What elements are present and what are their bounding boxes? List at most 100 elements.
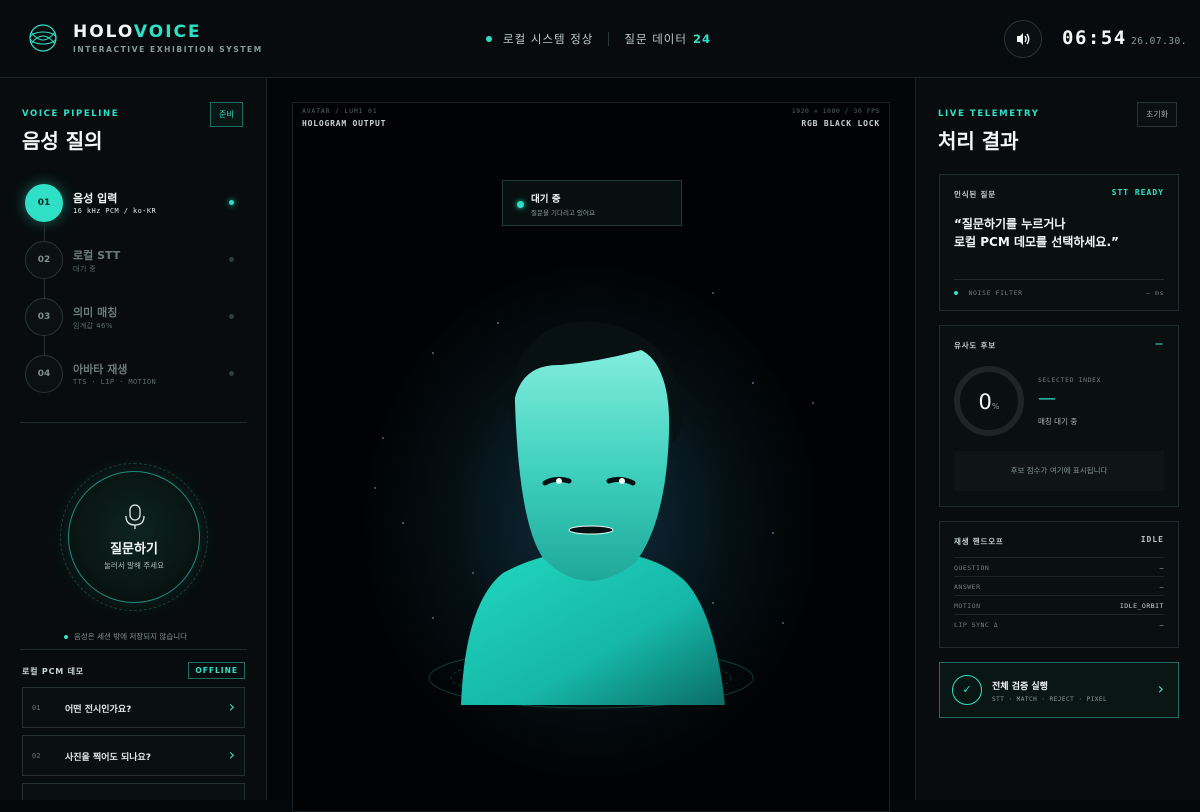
brand: HOLOVOICE INTERACTIVE EXHIBITION SYSTEM: [73, 22, 263, 54]
section-divider: [20, 422, 247, 423]
question-data-count: 24: [692, 32, 711, 46]
step-label: 아바타 재생: [73, 363, 128, 376]
step-detail: TTS · LIP · MOTION: [73, 378, 157, 386]
selected-index-sub: 매칭 대기 중: [1038, 417, 1078, 426]
recognized-question-text: “질문하기를 누르거나 로컬 PCM 데모를 선택하세요.”: [954, 215, 1166, 251]
demo-question-item-partial[interactable]: [22, 783, 245, 800]
brand-subtitle: INTERACTIVE EXHIBITION SYSTEM: [73, 45, 263, 54]
handoff-row: ANSWER —: [954, 576, 1164, 595]
handoff-key: LIP SYNC Δ: [954, 621, 999, 629]
step-number: 04: [25, 355, 63, 393]
similarity-card: 유사도 후보 — 0% SELECTED INDEX — 매칭 대기 중 후보 …: [939, 325, 1179, 507]
waiting-dot: [517, 201, 524, 208]
noise-filter-row: NOISE FILTER — ms: [954, 279, 1164, 297]
verify-title: 전체 검증 실행: [992, 682, 1048, 692]
candidate-scores-placeholder: 후보 점수가 여기에 표시됩니다: [954, 451, 1164, 491]
section-divider: [20, 649, 247, 650]
handoff-value: —: [1159, 583, 1164, 591]
speaker-icon: [1017, 33, 1030, 45]
demo-header: 로컬 PCM 데모 OFFLINE: [22, 662, 245, 679]
demo-question-item[interactable]: 02 사진을 찍어도 되나요? ›: [22, 735, 245, 776]
selected-index-value: —: [1038, 388, 1056, 409]
quote-line-1: “질문하기를 누르거나: [954, 217, 1066, 231]
avatar-eye-highlight: [619, 478, 625, 484]
waiting-subtitle: 질문을 기다리고 있어요: [531, 209, 595, 217]
step-status-dot: [229, 200, 234, 205]
telemetry-title: 처리 결과: [938, 129, 1019, 153]
avatar-face: [514, 334, 670, 581]
privacy-note: 음성은 세션 밖에 저장되지 않습니다: [64, 631, 187, 642]
gauge-number: 0: [978, 390, 992, 414]
step-detail: 16 kHz PCM / ko-KR: [73, 207, 157, 215]
ask-button-label: 질문하기: [110, 542, 158, 557]
handoff-row: LIP SYNC Δ —: [954, 614, 1164, 633]
recognized-question-card: 인식된 질문 STT READY “질문하기를 누르거나 로컬 PCM 데모를 …: [939, 174, 1179, 311]
step-number: 03: [25, 298, 63, 336]
pipeline-step-1: 01 음성 입력 16 kHz PCM / ko-KR: [25, 184, 245, 241]
handoff-key: ANSWER: [954, 583, 981, 591]
avatar-eye-highlight: [556, 478, 562, 484]
reset-button[interactable]: 초기화: [1137, 102, 1178, 127]
brand-title-part2: VOICE: [133, 22, 202, 42]
selected-index-label: SELECTED INDEX: [1038, 376, 1102, 384]
status-separator: [608, 32, 610, 46]
similarity-gauge: 0%: [954, 366, 1024, 436]
handoff-row: MOTION IDLE_ORBIT: [954, 595, 1164, 614]
clock-time: 06:54: [1062, 27, 1127, 49]
run-full-verification-button[interactable]: ✓ 전체 검증 실행 STT · MATCH · REJECT · PIXEL …: [939, 662, 1179, 718]
handoff-status: IDLE: [1140, 535, 1164, 544]
pipeline-heading: VOICE PIPELINE 음성 질의: [22, 109, 119, 154]
noise-dot: [954, 291, 958, 295]
step-label: 음성 입력: [73, 192, 118, 205]
telemetry-kicker: LIVE TELEMETRY: [938, 109, 1040, 119]
demo-item-number: 01: [32, 704, 41, 712]
verify-subtitle: STT · MATCH · REJECT · PIXEL: [992, 696, 1108, 703]
handoff-row: QUESTION —: [954, 557, 1164, 576]
step-connector: [44, 279, 45, 298]
telemetry-heading: LIVE TELEMETRY 처리 결과: [938, 109, 1039, 154]
waiting-title: 대기 중: [531, 194, 561, 205]
pipeline-kicker: VOICE PIPELINE: [22, 109, 120, 119]
voice-pipeline-panel: VOICE PIPELINE 음성 질의 준비 01 음성 입력 16 kHz …: [0, 78, 267, 800]
hologram-stage-area: AVATAR / LUMI 01 HOLOGRAM OUTPUT 1920 × …: [267, 78, 915, 812]
brand-title: HOLOVOICE: [73, 22, 263, 42]
pipeline-step-4: 04 아바타 재생 TTS · LIP · MOTION: [25, 355, 245, 412]
handoff-value: —: [1159, 621, 1164, 629]
gauge-unit: %: [991, 402, 1000, 411]
handoff-value: —: [1159, 564, 1164, 572]
privacy-text: 음성은 세션 밖에 저장되지 않습니다: [74, 632, 188, 641]
handoff-value: IDLE_ORBIT: [1119, 602, 1164, 610]
quote-line-2: 로컬 PCM 데모를 선택하세요.”: [954, 235, 1119, 249]
ask-question-button[interactable]: 질문하기 눌러서 말해 주세요: [68, 471, 200, 603]
brand-title-part1: HOLO: [73, 22, 134, 42]
step-detail: 임계값 46%: [73, 322, 113, 330]
telemetry-panel: LIVE TELEMETRY 처리 결과 초기화 인식된 질문 STT READ…: [915, 78, 1200, 800]
handoff-key: QUESTION: [954, 564, 990, 572]
sound-toggle-button[interactable]: [1004, 20, 1042, 58]
pipeline-title: 음성 질의: [22, 129, 103, 153]
noise-filter-value: — ms: [1145, 289, 1164, 297]
similarity-label: 유사도 후보: [954, 341, 996, 350]
step-label: 로컬 STT: [73, 249, 121, 262]
pipeline-step-2: 02 로컬 STT 대기 중: [25, 241, 245, 298]
pipeline-state-chip: 준비: [210, 102, 243, 127]
app-header: HOLOVOICE INTERACTIVE EXHIBITION SYSTEM …: [0, 0, 1200, 78]
step-status-dot: [229, 314, 234, 319]
step-connector: [44, 222, 45, 241]
ask-button-hint: 눌러서 말해 주세요: [104, 561, 164, 570]
step-status-dot: [229, 371, 234, 376]
chevron-right-icon: ›: [1157, 679, 1164, 698]
demo-question-item[interactable]: 01 어떤 전시인가요? ›: [22, 687, 245, 728]
microphone-icon: [125, 504, 145, 529]
chevron-right-icon: ›: [228, 745, 235, 764]
check-icon: ✓: [952, 675, 982, 705]
privacy-dot: [64, 634, 68, 639]
step-status-dot: [229, 257, 234, 262]
step-number: 01: [25, 184, 63, 222]
playback-handoff-card: 재생 핸드오프 IDLE QUESTION — ANSWER — MOTION IDL…: [939, 521, 1179, 648]
chevron-right-icon: ›: [228, 697, 235, 716]
waiting-status-card: 대기 중 질문을 기다리고 있어요: [502, 180, 682, 226]
offline-badge: OFFLINE: [188, 662, 245, 679]
step-label: 의미 매칭: [73, 306, 118, 319]
system-status-text: 로컬 시스템 정상: [503, 32, 594, 46]
